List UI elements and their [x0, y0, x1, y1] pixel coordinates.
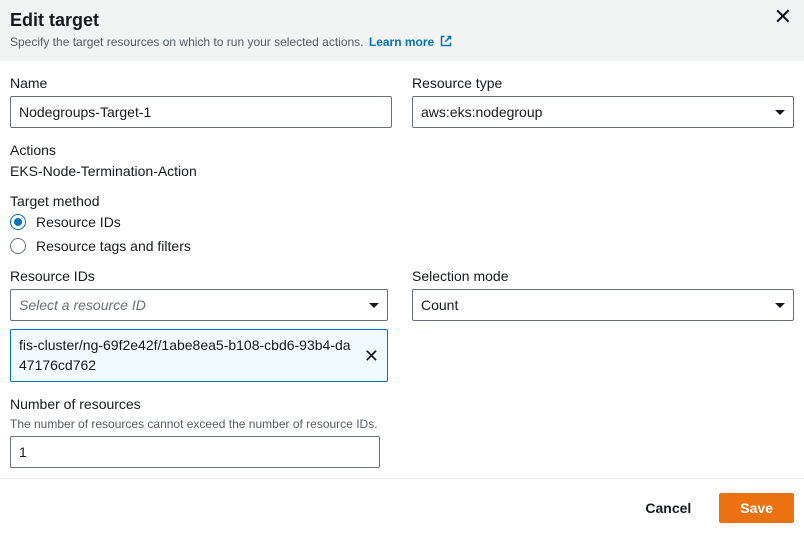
target-method-radio-group: Resource IDs Resource tags and filters [10, 214, 794, 254]
close-icon: ✕ [364, 346, 379, 366]
save-button[interactable]: Save [719, 493, 794, 523]
actions-value: EKS-Node-Termination-Action [10, 163, 794, 179]
dialog-header: Edit target Specify the target resources… [0, 0, 804, 61]
num-resources-label: Number of resources [10, 396, 794, 412]
chip-remove-button[interactable]: ✕ [364, 347, 379, 365]
num-resources-input[interactable] [10, 436, 380, 468]
num-resources-hint: The number of resources cannot exceed th… [10, 417, 794, 431]
chevron-down-icon [775, 110, 785, 115]
target-method-label: Target method [10, 193, 794, 209]
name-input[interactable] [10, 96, 392, 128]
close-button[interactable]: ✕ [774, 6, 792, 28]
radio-icon [10, 238, 26, 254]
radio-resource-ids[interactable]: Resource IDs [10, 214, 794, 230]
resource-type-select[interactable]: aws:eks:nodegroup [412, 96, 794, 128]
dialog-footer: Cancel Save [0, 478, 804, 537]
name-label: Name [10, 75, 392, 91]
close-icon: ✕ [774, 4, 792, 29]
resource-ids-select[interactable]: Select a resource ID [10, 289, 388, 321]
selection-mode-label: Selection mode [412, 268, 794, 284]
chevron-down-icon [775, 303, 785, 308]
resource-type-label: Resource type [412, 75, 794, 91]
cancel-button[interactable]: Cancel [625, 493, 711, 523]
learn-more-link[interactable]: Learn more [369, 35, 452, 49]
dialog-subtitle: Specify the target resources on which to… [10, 35, 788, 49]
dialog-body: Name Resource type aws:eks:nodegroup Act… [0, 61, 804, 478]
resource-id-chip: fis-cluster/ng-69f2e42f/1abe8ea5-b108-cb… [10, 329, 388, 382]
radio-resource-tags[interactable]: Resource tags and filters [10, 238, 794, 254]
selection-mode-select[interactable]: Count [412, 289, 794, 321]
dialog-title: Edit target [10, 10, 788, 31]
resource-ids-label: Resource IDs [10, 268, 392, 284]
actions-label: Actions [10, 142, 794, 158]
external-link-icon [440, 35, 452, 47]
radio-icon [10, 214, 26, 230]
chevron-down-icon [369, 303, 379, 308]
